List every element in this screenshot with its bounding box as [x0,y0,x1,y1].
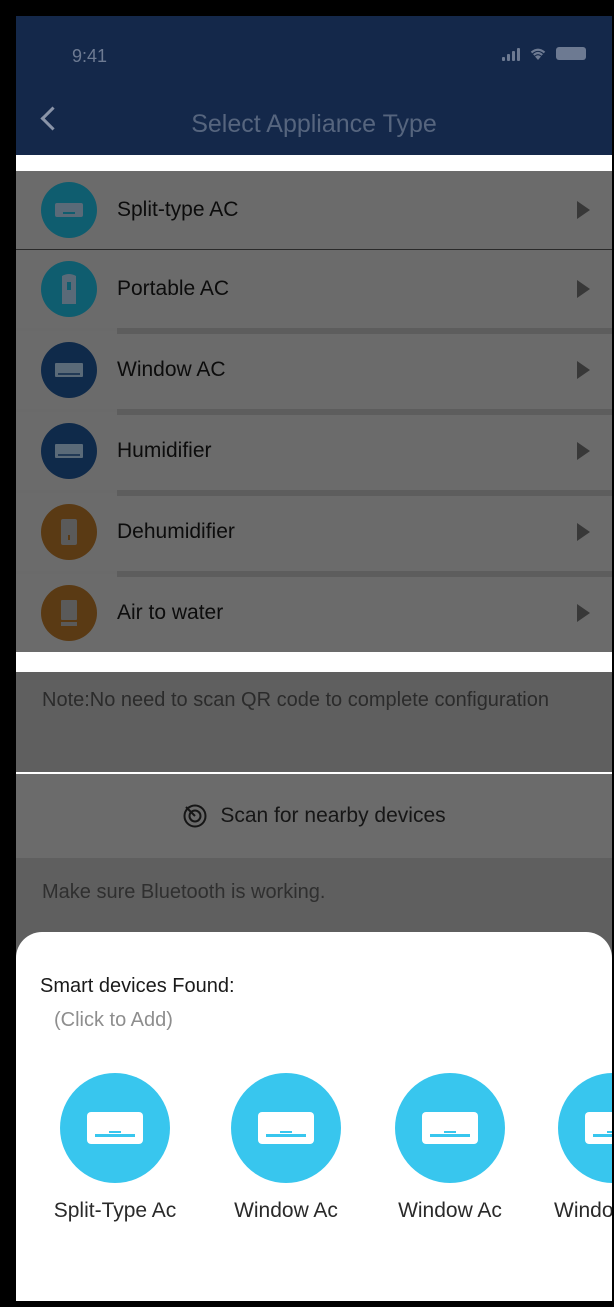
note-panel: Note:No need to scan QR code to complete… [16,672,612,772]
appliance-item-portable-ac[interactable]: Portable AC [16,249,612,328]
signal-icon [502,47,520,61]
scan-nearby-button[interactable]: Scan for nearby devices [16,774,612,858]
divider [117,571,612,577]
device-label: Window Ac [234,1199,338,1222]
divider [117,409,612,415]
appliance-item-window-ac[interactable]: Window AC [16,328,612,409]
humidifier-icon [41,423,97,479]
device-card[interactable]: Window Ac [380,1073,520,1223]
devices-found-sheet: Smart devices Found: (Click to Add) Spli… [16,932,612,1301]
device-ac-icon [60,1073,170,1183]
device-card[interactable]: Split-Type Ac [45,1073,185,1223]
appliance-item-split-type-ac[interactable]: Split-type AC [16,171,612,249]
status-time: 9:41 [72,46,108,66]
dehumidifier-icon [41,504,97,560]
note-text: Note:No need to scan QR code to complete… [42,689,549,711]
device-ac-icon [558,1073,612,1183]
bluetooth-hint: Make sure Bluetooth is working. [42,881,326,903]
battery-icon [556,47,586,60]
device-card[interactable]: Windo [542,1073,612,1223]
page-title: Select Appliance Type [191,110,437,138]
device-label: Window Ac [398,1199,502,1222]
portable-ac-icon [41,261,97,317]
air-to-water-icon [41,585,97,641]
divider [117,328,612,334]
appliance-label: Dehumidifier [117,520,235,543]
appliance-label: Humidifier [117,439,212,462]
chevron-right-icon [577,280,590,298]
chevron-right-icon [577,523,590,541]
chevron-right-icon [577,361,590,379]
divider [117,490,612,496]
device-label: Windo [554,1199,612,1222]
status-icons [502,46,586,61]
sheet-subtitle: (Click to Add) [54,1009,173,1031]
appliance-item-air-to-water[interactable]: Air to water [16,571,612,652]
scan-icon [183,804,207,828]
chevron-right-icon [577,604,590,622]
scan-label: Scan for nearby devices [220,804,446,827]
chevron-right-icon [577,442,590,460]
phone-screen: 9:41 Select Appliance Type Split-type AC [16,16,612,1301]
header: 9:41 Select Appliance Type [16,16,612,155]
device-ac-icon [395,1073,505,1183]
appliance-list: Split-type AC Portable AC Window AC Humi… [16,171,612,652]
device-label: Split-Type Ac [53,1199,177,1222]
appliance-label: Air to water [117,601,224,624]
appliance-item-humidifier[interactable]: Humidifier [16,409,612,490]
appliance-label: Split-type AC [117,198,239,221]
window-ac-icon [41,342,97,398]
appliance-label: Window AC [117,358,226,381]
split-ac-icon [41,182,97,238]
sheet-title: Smart devices Found: [40,975,235,997]
device-ac-icon [231,1073,341,1183]
device-card[interactable]: Window Ac [216,1073,356,1223]
chevron-right-icon [577,201,590,219]
wifi-icon [530,48,546,60]
appliance-label: Portable AC [117,277,230,300]
appliance-item-dehumidifier[interactable]: Dehumidifier [16,490,612,571]
